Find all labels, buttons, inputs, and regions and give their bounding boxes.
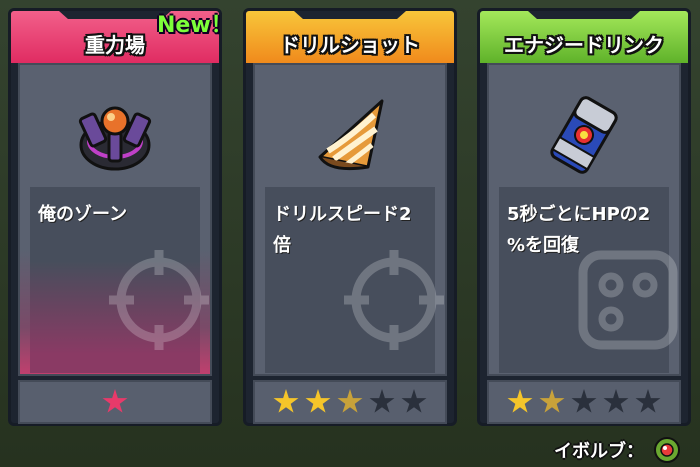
star-icon xyxy=(507,389,533,413)
crosshair-watermark-icon xyxy=(109,250,209,350)
energy-can-icon xyxy=(489,85,679,185)
star-icon-empty xyxy=(369,389,395,413)
gravity-field-icon xyxy=(20,85,210,185)
card-description-panel: ドリルスピード2 倍 xyxy=(265,187,444,373)
star-icon-empty xyxy=(635,389,661,413)
skill-card-gravity-field[interactable]: 重力場 New！ 俺のゾーン xyxy=(8,8,233,426)
star-rating xyxy=(18,380,212,424)
skill-card-energy-drink[interactable]: エナジードリンク 5秒ごとにHPの2 %を回復 xyxy=(477,8,691,426)
new-badge: New！ xyxy=(157,13,233,38)
card-title: ドリルショット xyxy=(280,33,420,57)
star-icon-empty xyxy=(603,389,629,413)
card-body: ドリルスピード2 倍 xyxy=(253,63,447,376)
drill-icon xyxy=(255,85,445,185)
star-rating xyxy=(253,380,447,424)
card-body: 5秒ごとにHPの2 %を回復 xyxy=(487,63,681,376)
card-title: エナジードリンク xyxy=(504,33,664,57)
card-header: エナジードリンク xyxy=(480,11,688,63)
evolve-label: イボルブ： xyxy=(554,441,644,462)
star-icon xyxy=(305,389,331,413)
card-description-panel: 俺のゾーン xyxy=(30,187,209,373)
skill-card-drill-shot[interactable]: ドリルショット ドリルスピード2 倍 xyxy=(243,8,457,426)
star-rating xyxy=(487,380,681,424)
board-watermark-icon xyxy=(578,250,678,350)
star-icon xyxy=(539,389,565,413)
star-icon xyxy=(273,389,299,413)
card-description-panel: 5秒ごとにHPの2 %を回復 xyxy=(499,187,678,373)
card-description: 俺のゾーン xyxy=(38,204,128,225)
crosshair-watermark-icon xyxy=(344,250,444,350)
star-icon xyxy=(102,389,128,413)
star-icon xyxy=(337,389,363,413)
star-icon-empty xyxy=(571,389,597,413)
star-icon-empty xyxy=(401,389,427,413)
card-header: ドリルショット xyxy=(246,11,454,63)
card-body: 俺のゾーン xyxy=(18,63,212,376)
evolve-orb-icon[interactable] xyxy=(652,435,682,465)
